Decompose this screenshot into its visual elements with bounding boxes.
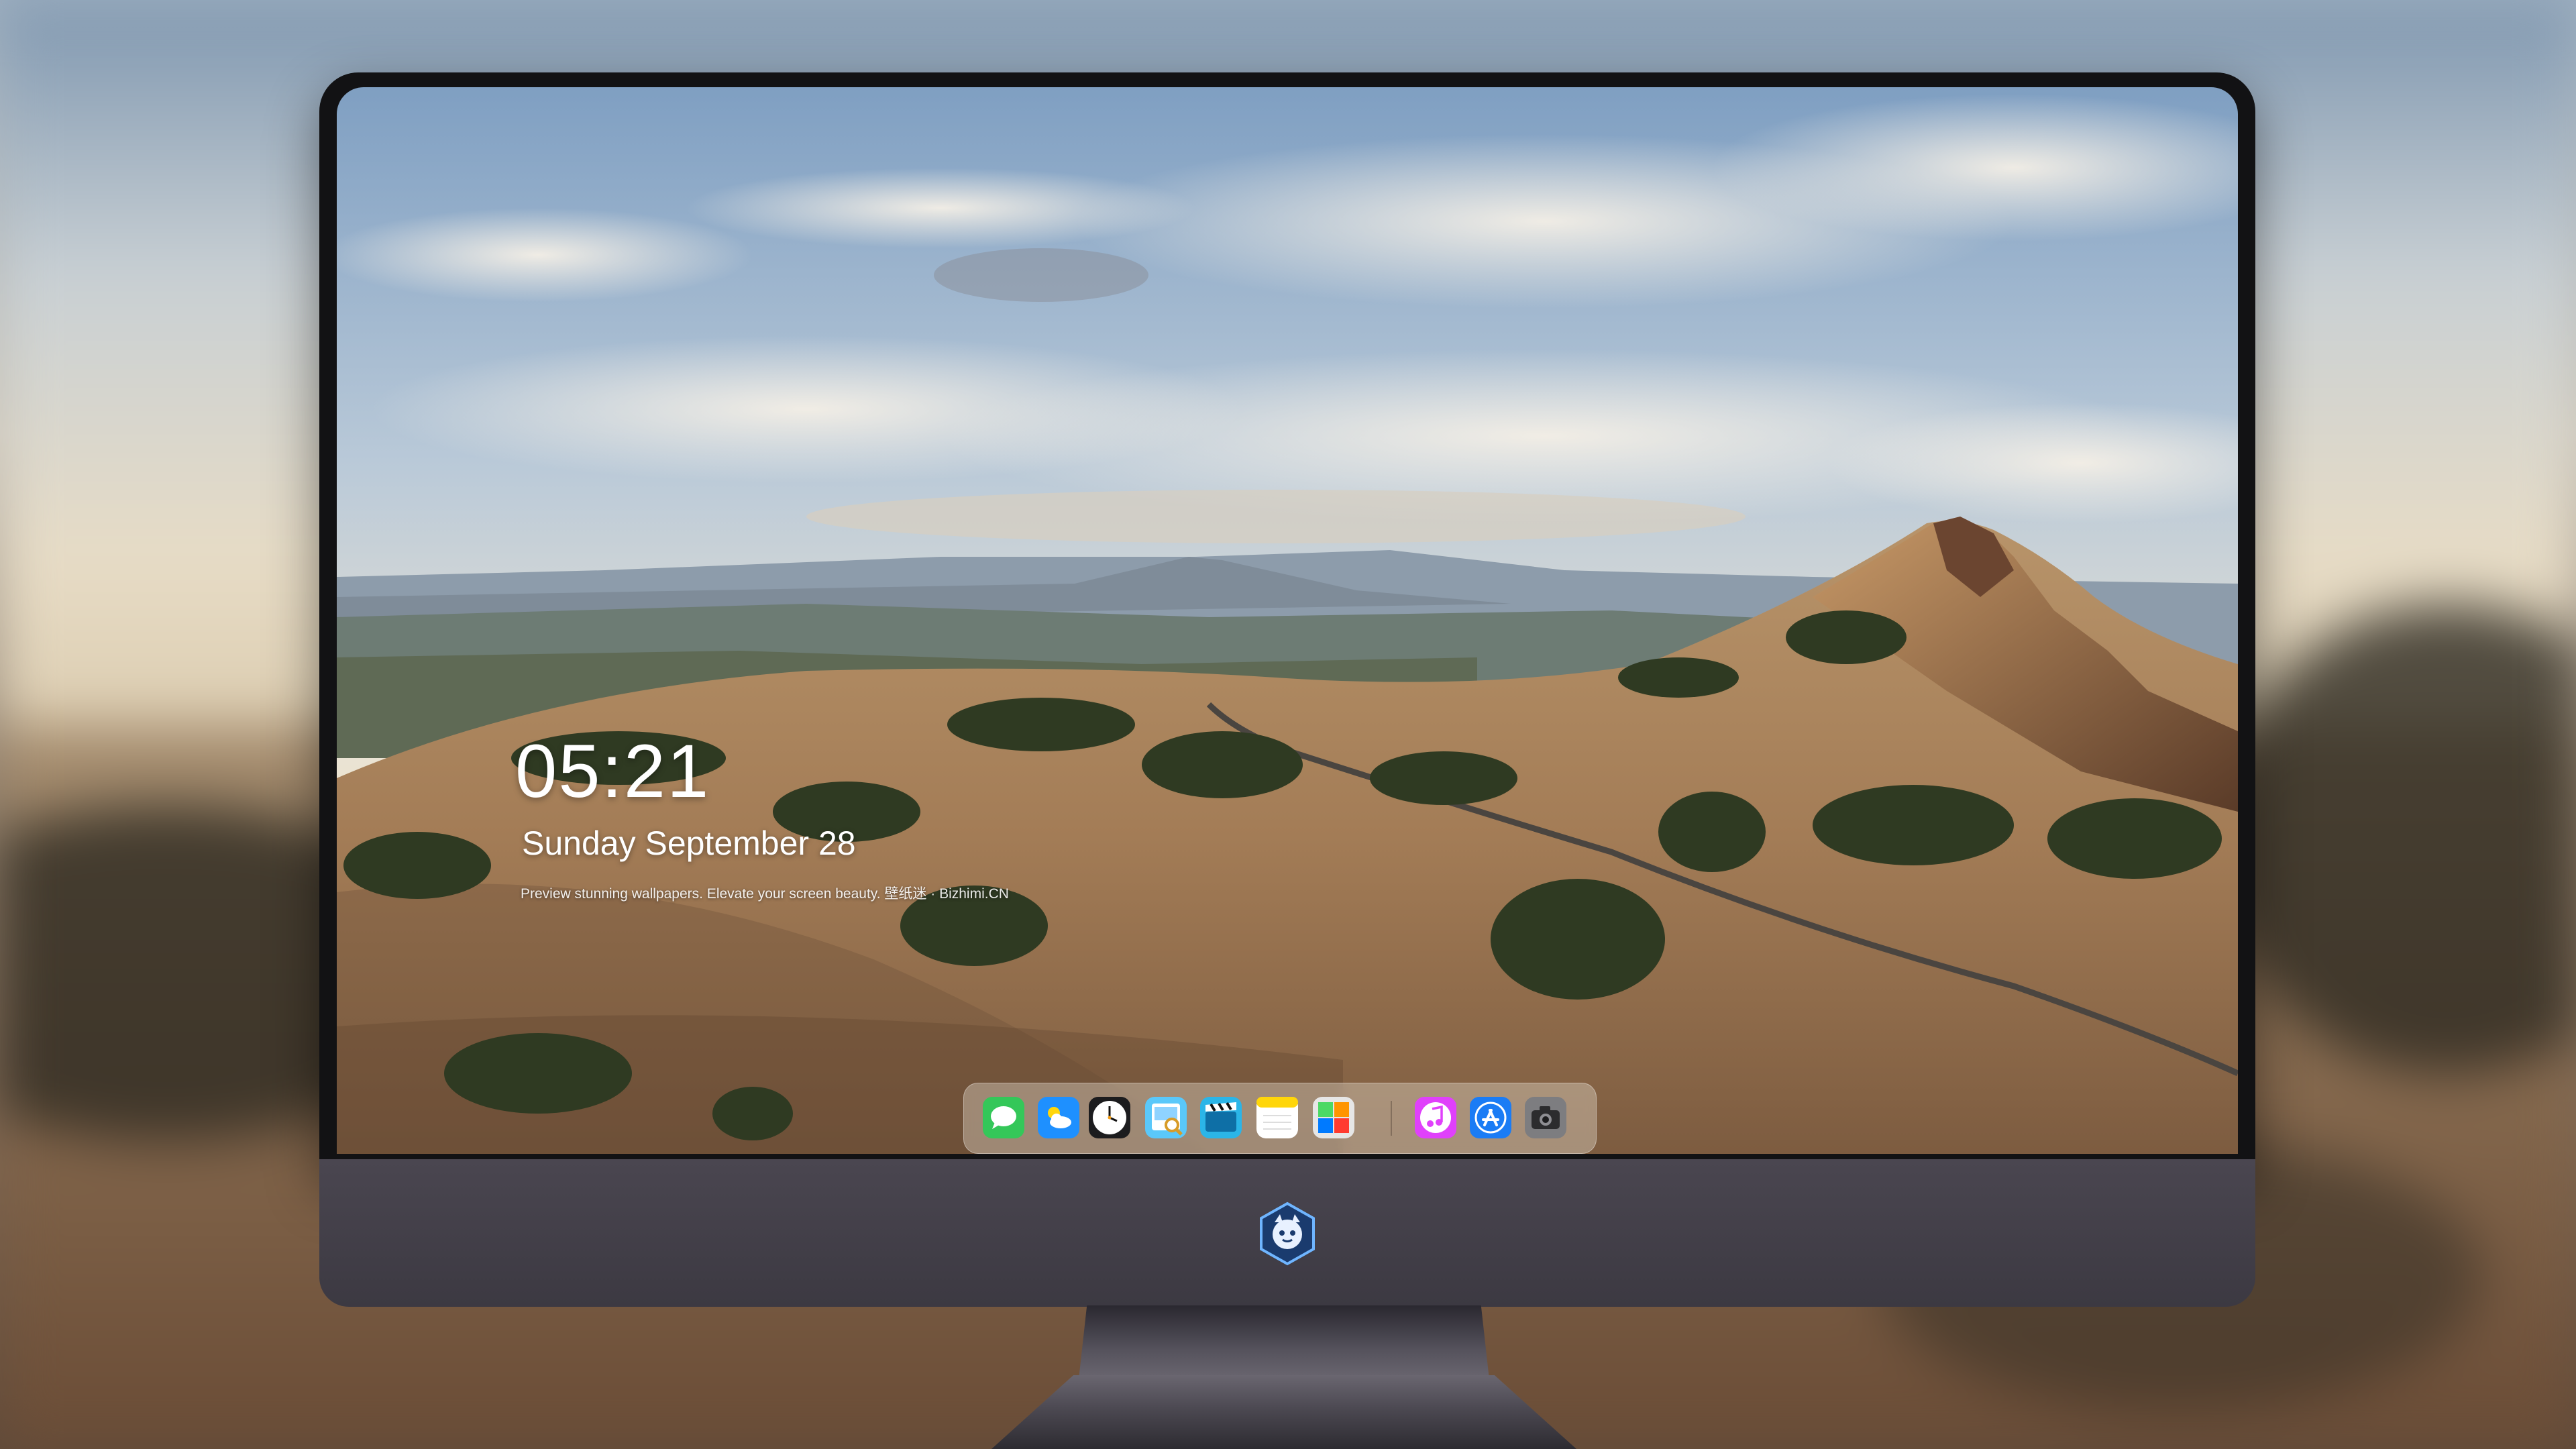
dock-separator <box>1391 1101 1392 1136</box>
camera-icon[interactable] <box>1525 1097 1566 1138</box>
monitor-chin <box>319 1159 2255 1307</box>
wallpaper-caption: Preview stunning wallpapers. Elevate you… <box>521 886 1009 902</box>
wallpaper-mountain-landscape <box>337 87 2238 1154</box>
weather-icon[interactable] <box>1038 1097 1079 1138</box>
lock-date: Sunday September 28 <box>522 824 856 862</box>
preview-icon[interactable] <box>1145 1097 1187 1138</box>
clips-icon[interactable] <box>1200 1097 1242 1138</box>
dock <box>963 1083 1597 1154</box>
music-icon[interactable] <box>1415 1097 1456 1138</box>
photo-booth-icon[interactable] <box>1313 1097 1354 1138</box>
monitor-stand-base <box>991 1375 1576 1449</box>
notes-icon[interactable] <box>1256 1097 1298 1138</box>
mascot-logo-icon <box>1254 1201 1320 1267</box>
lock-screen: 05:21 Sunday September 28 Preview stunni… <box>337 87 2238 1154</box>
lock-clock-time: 05:21 <box>515 729 710 813</box>
monitor-stand-neck <box>1079 1305 1489 1379</box>
clock-icon[interactable] <box>1089 1097 1130 1138</box>
messages-icon[interactable] <box>983 1097 1024 1138</box>
app-store-icon[interactable] <box>1470 1097 1511 1138</box>
